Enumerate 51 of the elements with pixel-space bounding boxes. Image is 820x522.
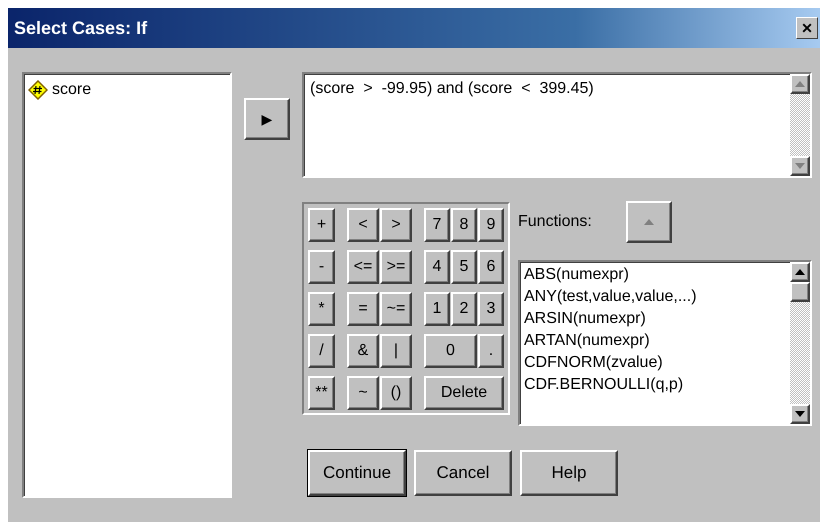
keypad-key[interactable]: > <box>380 208 412 242</box>
keypad-key[interactable]: & <box>347 334 379 368</box>
keypad-key[interactable]: >= <box>380 250 412 284</box>
keypad-key[interactable]: . <box>478 334 504 368</box>
window-title: Select Cases: If <box>14 18 148 38</box>
dialog-button[interactable]: Continue <box>308 450 406 496</box>
keypad-key[interactable]: ~= <box>380 292 412 326</box>
keypad-key[interactable]: 9 <box>478 208 504 242</box>
keypad-key[interactable]: * <box>308 292 335 326</box>
function-item[interactable]: ARSIN(numexpr) <box>524 308 697 330</box>
function-item[interactable]: ANY(test,value,value,...) <box>524 286 697 308</box>
function-item[interactable]: ARTAN(numexpr) <box>524 330 697 352</box>
scroll-down-icon <box>795 411 805 417</box>
keypad-key[interactable]: | <box>380 334 412 368</box>
numeric-variable-icon <box>28 80 48 100</box>
move-button[interactable]: ▶ <box>244 98 290 140</box>
keypad-key[interactable]: = <box>347 292 379 326</box>
close-button[interactable]: × <box>796 17 818 39</box>
keypad-key[interactable]: 0 <box>424 334 477 368</box>
keypad-key[interactable]: 8 <box>451 208 477 242</box>
keypad-key[interactable]: Delete <box>424 376 504 410</box>
scroll-up-icon <box>795 81 805 87</box>
keypad-key[interactable]: <= <box>347 250 379 284</box>
keypad-key[interactable]: + <box>308 208 335 242</box>
keypad-key[interactable]: / <box>308 334 335 368</box>
scrollbar[interactable] <box>790 74 810 176</box>
keypad-key[interactable]: 3 <box>478 292 504 326</box>
keypad-key[interactable]: - <box>308 250 335 284</box>
keypad-key[interactable]: 1 <box>424 292 450 326</box>
keypad-key[interactable]: 4 <box>424 250 450 284</box>
up-arrow-icon <box>644 219 654 225</box>
keypad-key[interactable]: 2 <box>451 292 477 326</box>
expression-field[interactable]: (score > -99.95) and (score < 399.45) <box>302 72 812 178</box>
keypad-key[interactable]: 7 <box>424 208 450 242</box>
scrollbar[interactable] <box>790 262 810 424</box>
dialog-button[interactable]: Help <box>520 450 618 496</box>
keypad-key[interactable]: 6 <box>478 250 504 284</box>
dialog-button[interactable]: Cancel <box>414 450 512 496</box>
scroll-thumb[interactable] <box>790 282 810 302</box>
function-item[interactable]: CDF.BERNOULLI(q,p) <box>524 374 697 396</box>
keypad-key[interactable]: () <box>380 376 412 410</box>
scroll-down-icon <box>795 163 805 169</box>
function-item[interactable]: CDFNORM(zvalue) <box>524 352 697 374</box>
keypad-key[interactable]: ~ <box>347 376 379 410</box>
keypad-key[interactable]: 5 <box>451 250 477 284</box>
keypad-key[interactable]: ** <box>308 376 335 410</box>
keypad-key[interactable]: < <box>347 208 379 242</box>
scroll-up-icon <box>795 269 805 275</box>
variable-item[interactable]: score <box>28 80 226 100</box>
function-item[interactable]: ABS(numexpr) <box>524 264 697 286</box>
functions-label: Functions: <box>518 213 592 231</box>
